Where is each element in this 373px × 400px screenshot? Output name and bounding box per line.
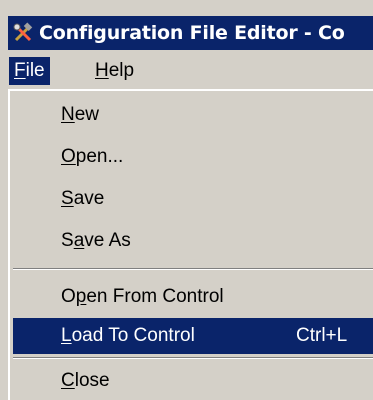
title-bar[interactable]: Configuration File Editor - Co bbox=[8, 16, 373, 50]
label-mnemonic: O bbox=[61, 146, 76, 167]
menu-item-save[interactable]: Save bbox=[13, 181, 373, 217]
label-pre: O bbox=[61, 286, 76, 307]
app-window: Configuration File Editor - Co File Help… bbox=[0, 0, 373, 400]
label-mnemonic: p bbox=[75, 286, 87, 307]
label-post: ew bbox=[74, 104, 100, 125]
label-post: lose bbox=[74, 370, 110, 391]
tools-icon[interactable] bbox=[12, 22, 34, 44]
label-pre: S bbox=[61, 230, 74, 251]
menu-item-open-from-control[interactable]: Open From Control bbox=[13, 279, 373, 315]
window-title: Configuration File Editor - Co bbox=[39, 22, 345, 44]
label-mnemonic: L bbox=[61, 325, 72, 346]
menu-help-mnemonic: H bbox=[95, 60, 109, 81]
label-mnemonic: a bbox=[73, 230, 85, 251]
label-post: en From Control bbox=[86, 286, 224, 307]
menu-file-rest: ile bbox=[25, 60, 45, 81]
label-mnemonic: S bbox=[61, 188, 74, 209]
menu-item-close[interactable]: Close bbox=[13, 363, 373, 399]
menu-item-label: Save bbox=[61, 181, 104, 217]
menu-item-label: Open From Control bbox=[61, 279, 224, 315]
menu-file[interactable]: File bbox=[9, 57, 50, 85]
menu-item-label: Open... bbox=[61, 139, 123, 175]
file-dropdown-menu: New Open... Save Save As Open From Contr… bbox=[8, 89, 373, 400]
menu-item-label: New bbox=[61, 97, 99, 133]
menu-help-rest: elp bbox=[108, 60, 135, 81]
menu-item-save-as[interactable]: Save As bbox=[13, 223, 373, 259]
menu-item-label: Save As bbox=[61, 223, 131, 259]
label-post: ve As bbox=[84, 230, 131, 251]
menu-bar: File Help bbox=[8, 53, 373, 89]
label-post: oad To Control bbox=[71, 325, 195, 346]
menu-item-load-to-control[interactable]: Load To Control Ctrl+L bbox=[13, 318, 373, 354]
label-mnemonic: N bbox=[61, 104, 75, 125]
menu-file-mnemonic: F bbox=[14, 60, 26, 81]
menu-item-label: Load To Control bbox=[61, 318, 195, 354]
label-mnemonic: C bbox=[61, 370, 75, 391]
menu-item-open[interactable]: Open... bbox=[13, 139, 373, 175]
menu-separator bbox=[13, 268, 373, 270]
shortcut-label: Ctrl+L bbox=[296, 325, 348, 346]
label-post: ave bbox=[73, 188, 105, 209]
menu-item-label: Close bbox=[61, 363, 110, 399]
menu-separator bbox=[13, 357, 373, 359]
menu-help[interactable]: Help bbox=[90, 57, 139, 85]
label-post: pen... bbox=[75, 146, 124, 167]
menu-item-new[interactable]: New bbox=[13, 97, 373, 133]
